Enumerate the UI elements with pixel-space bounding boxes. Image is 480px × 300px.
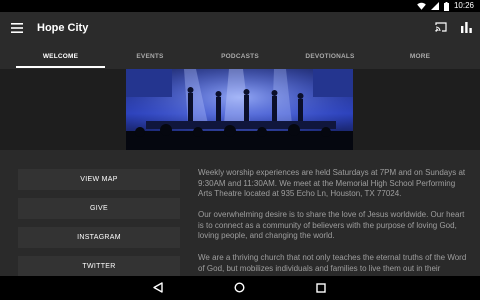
bar-chart-icon[interactable] xyxy=(461,22,472,33)
tab-events[interactable]: EVENTS xyxy=(105,45,195,69)
welcome-content: VIEW MAP GIVE INSTAGRAM TWITTER Weekly w… xyxy=(0,150,480,276)
instagram-button[interactable]: INSTAGRAM xyxy=(18,227,180,248)
status-time: 10:26 xyxy=(453,1,474,10)
app-title: Hope City xyxy=(37,22,89,34)
view-map-button[interactable]: VIEW MAP xyxy=(18,169,180,190)
mission-paragraph: Our overwhelming desire is to share the … xyxy=(198,210,465,240)
wifi-icon xyxy=(417,2,426,10)
app-screen: 10:26 Hope City WELCOME EVENTS PODCASTS … xyxy=(0,0,480,300)
worship-stage-image xyxy=(126,69,353,150)
tab-devotionals[interactable]: DEVOTIONALS xyxy=(285,45,375,69)
app-bar: Hope City xyxy=(0,12,480,45)
back-icon[interactable] xyxy=(153,282,163,293)
status-icons: 10:26 xyxy=(417,0,474,12)
battery-icon xyxy=(443,1,449,11)
recents-icon[interactable] xyxy=(316,283,326,293)
twitter-button[interactable]: TWITTER xyxy=(18,256,180,276)
navigation-bar xyxy=(0,276,480,300)
give-button[interactable]: GIVE xyxy=(18,198,180,219)
tab-more[interactable]: MORE xyxy=(375,45,465,69)
tab-indicator xyxy=(16,66,105,68)
status-bar: 10:26 xyxy=(0,0,480,12)
welcome-paragraph: Weekly worship experiences are held Satu… xyxy=(198,168,466,198)
hero-band xyxy=(0,69,480,150)
tab-bar: WELCOME EVENTS PODCASTS DEVOTIONALS MORE xyxy=(0,45,480,69)
signal-icon xyxy=(430,2,439,10)
cast-icon[interactable] xyxy=(435,22,447,32)
tab-podcasts[interactable]: PODCASTS xyxy=(195,45,285,69)
menu-icon[interactable] xyxy=(11,23,23,33)
about-paragraph: We are a thriving church that not only t… xyxy=(198,253,467,273)
home-icon[interactable] xyxy=(234,282,245,293)
